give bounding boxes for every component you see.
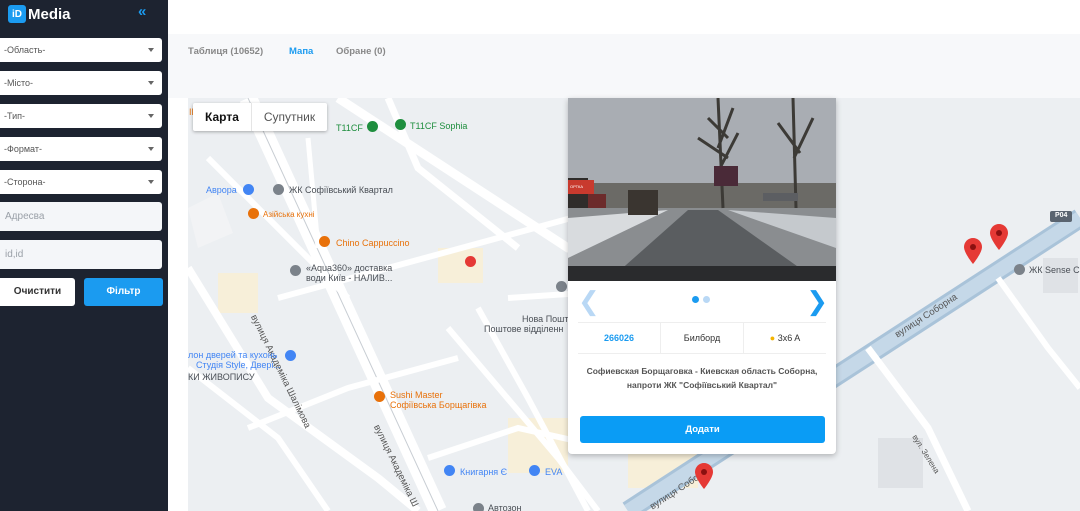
shopping-bag-icon[interactable] [285, 350, 296, 361]
billboard-id[interactable]: 266026 [578, 323, 661, 353]
poi-t11cf[interactable]: T11CF [336, 123, 363, 133]
format-select[interactable]: -Формат- [0, 137, 162, 161]
billboard-type: Билборд [661, 323, 744, 353]
billboard-specs: 266026 Билборд ● 3x6 A [578, 322, 826, 354]
poi-aqua360[interactable]: «Aqua360» доставка [306, 263, 392, 273]
side-select[interactable]: -Сторона- [0, 170, 162, 194]
store-icon[interactable] [473, 503, 484, 511]
billboard-map-pin-icon[interactable] [964, 238, 982, 264]
poi-aziiska[interactable]: Азійська кухні [263, 210, 315, 219]
billboard-size-value: 3x6 A [777, 333, 801, 343]
place-pin-icon[interactable] [367, 121, 378, 132]
billboard-map-pin-icon[interactable] [990, 224, 1008, 250]
poi-sushi[interactable]: Sushi Master [390, 390, 443, 400]
building-icon[interactable] [273, 184, 284, 195]
map-type-map-button[interactable]: Карта [193, 103, 252, 131]
city-select[interactable]: -Місто- [0, 71, 162, 95]
poi-avrora[interactable]: Аврора [206, 185, 237, 195]
billboard-popup: ОРТКА ❮ ❯ 266026 Билборд ● 3x6 A Софиевс… [568, 98, 836, 454]
filter-button[interactable]: Фільтр [84, 278, 163, 306]
selected-map-pin-icon[interactable] [695, 463, 713, 489]
format-select-value: -Формат- [4, 144, 42, 154]
chevron-down-icon [148, 114, 154, 118]
address-input[interactable]: Адресва [0, 202, 162, 231]
tab-map[interactable]: Мапа [289, 46, 313, 57]
type-select[interactable]: -Тип- [0, 104, 162, 128]
pagination-dot-active[interactable] [692, 296, 699, 303]
place-pin-icon[interactable] [395, 119, 406, 130]
next-photo-icon[interactable]: ❯ [806, 286, 828, 317]
restaurant-icon[interactable] [248, 208, 259, 219]
chevron-down-icon [148, 48, 154, 52]
logo-badge: iD [8, 5, 26, 23]
ids-input[interactable]: id,id [0, 240, 162, 269]
poi-autozone[interactable]: Автозон [488, 503, 522, 511]
poi-aqua360-2: води Київ - НАЛИВ... [306, 273, 393, 283]
poi-nova-poshta[interactable]: Нова Пошт [522, 314, 569, 324]
previous-photo-icon[interactable]: ❮ [578, 286, 600, 317]
tab-favorites[interactable]: Обране (0) [336, 46, 386, 57]
clear-button[interactable]: Очистити [0, 278, 75, 306]
poi-eva[interactable]: EVA [545, 467, 562, 477]
map-type-satellite-button[interactable]: Супутник [252, 103, 327, 131]
billboard-address: Софиевская Борщаговка - Киевская область… [586, 366, 818, 390]
building-icon[interactable] [1014, 264, 1025, 275]
logo-text: Media [28, 5, 71, 23]
poi-sushi-2: Софіївська Борщагівка [390, 400, 487, 410]
poi-doors[interactable]: лон дверей та кухонь [188, 350, 277, 360]
poi-zhyvopys: КИ ЖИВОПИСУ [188, 372, 255, 382]
top-bar [168, 0, 1080, 34]
poi-knyharnia[interactable]: Книгарня Є [460, 467, 507, 477]
add-button[interactable]: Додати [580, 416, 825, 443]
billboard-sign-text: ОРТКА [570, 184, 583, 189]
tab-table[interactable]: Таблиця (10652) [188, 46, 263, 57]
chevron-down-icon [148, 147, 154, 151]
billboard-photo-image: ОРТКА [568, 98, 836, 281]
billboard-size: ● 3x6 A [744, 323, 826, 353]
side-select-value: -Сторона- [4, 177, 46, 187]
region-select-value: -Область- [4, 45, 46, 55]
chevron-down-icon [148, 180, 154, 184]
poi-t11cf-sophia[interactable]: T11CF Sophia [410, 121, 467, 131]
post-office-icon[interactable] [556, 281, 567, 292]
poi-chino[interactable]: Chino Cappuccino [336, 238, 410, 248]
photo-pagination [692, 296, 710, 303]
poi-zhk-sofiivskyi[interactable]: ЖК Софіївський Квартал [289, 185, 393, 195]
shopping-cart-icon[interactable] [243, 184, 254, 195]
city-select-value: -Місто- [4, 78, 34, 88]
store-icon[interactable] [290, 265, 301, 276]
cafe-icon[interactable] [319, 236, 330, 247]
type-select-value: -Тип- [4, 111, 25, 121]
poi-studiia: Студія Style, Двері... [196, 360, 281, 370]
logo[interactable]: iD Media [8, 4, 71, 24]
hospital-icon[interactable] [465, 256, 476, 267]
pagination-dot[interactable] [703, 296, 710, 303]
poi-zhk-sense[interactable]: ЖК Sense C [1029, 265, 1080, 275]
poi-poshtove: Поштове відділенн [484, 324, 564, 334]
road-shield-r04: Р04 [1055, 212, 1068, 219]
sidebar: iD Media « -Область- -Місто- -Тип- -Форм… [0, 0, 168, 511]
region-select[interactable]: -Область- [0, 38, 162, 62]
restaurant-icon[interactable] [374, 391, 385, 402]
shopping-bag-icon[interactable] [444, 465, 455, 476]
tabs-bar [168, 34, 1080, 98]
shopping-bag-icon[interactable] [529, 465, 540, 476]
map-type-control: Карта Супутник [193, 103, 328, 131]
lightbulb-icon: ● [769, 333, 776, 343]
chevron-down-icon [148, 81, 154, 85]
collapse-sidebar-icon[interactable]: « [138, 3, 146, 20]
billboard-photo[interactable]: ОРТКА [568, 98, 836, 281]
